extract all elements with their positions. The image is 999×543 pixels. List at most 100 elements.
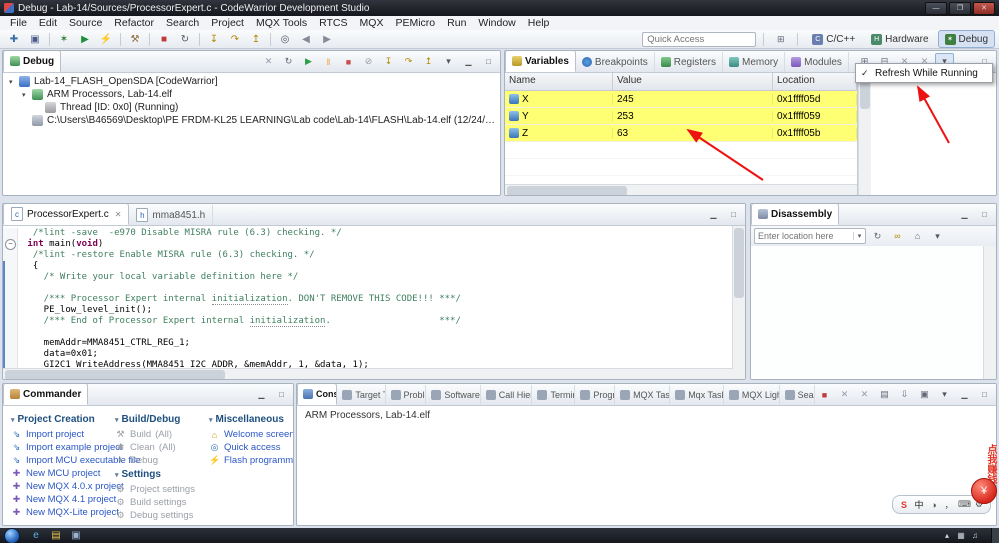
section-collapse-icon[interactable]: ▾ bbox=[115, 471, 119, 479]
toolbar-step-into-icon[interactable]: ↧ bbox=[204, 30, 224, 48]
tab-problems[interactable]: Problems bbox=[386, 385, 427, 405]
tab-console[interactable]: Console bbox=[297, 383, 337, 405]
perspective-c-c[interactable]: CC/C++ bbox=[805, 30, 862, 48]
disassembly-refresh-icon[interactable]: ↻ bbox=[868, 228, 887, 245]
taskbar-codewarrior-icon[interactable]: ▣ bbox=[66, 529, 86, 542]
variable-row[interactable]: Y2530x1ffff059 bbox=[505, 108, 857, 125]
close-button[interactable]: ✕ bbox=[973, 2, 995, 15]
gutter-cell[interactable] bbox=[3, 228, 18, 239]
commander-item-welcome-screen[interactable]: ⌂Welcome screen bbox=[209, 428, 289, 441]
scrollbar-thumb[interactable] bbox=[507, 186, 627, 196]
tray-volume-icon[interactable]: ♫ bbox=[969, 531, 981, 540]
menu-refactor[interactable]: Refactor bbox=[108, 17, 160, 29]
commander-item-new-mqx-4-0-x-project[interactable]: ✚New MQX 4.0.x project bbox=[11, 480, 101, 493]
debug-tree-item[interactable]: Thread [ID: 0x0] (Running) bbox=[3, 101, 500, 114]
start-button[interactable] bbox=[4, 528, 20, 543]
editor-minimize-icon[interactable]: ▁ bbox=[704, 206, 723, 223]
commander-item-new-mqx-lite-project[interactable]: ✚New MQX-Lite project bbox=[11, 506, 101, 519]
gutter-cell[interactable] bbox=[3, 316, 18, 327]
gutter-cell[interactable] bbox=[3, 283, 18, 294]
minimize-button[interactable]: — bbox=[925, 2, 947, 15]
tab-software-ana[interactable]: Software Ana... bbox=[426, 385, 480, 405]
perspective-hardware[interactable]: HHardware bbox=[864, 30, 935, 48]
debug-step-over-icon[interactable]: ↷ bbox=[399, 53, 418, 70]
column-header-value[interactable]: Value bbox=[613, 73, 773, 90]
debug-step-return-icon[interactable]: ↥ bbox=[419, 53, 438, 70]
menu-file[interactable]: File bbox=[4, 17, 33, 29]
menu-project[interactable]: Project bbox=[205, 17, 250, 29]
taskbar-internet-explorer-icon[interactable]: e bbox=[26, 529, 46, 542]
variables-detail-pane[interactable] bbox=[871, 73, 996, 196]
tab-search[interactable]: Search bbox=[780, 385, 815, 405]
tab-progress[interactable]: Progress bbox=[575, 385, 615, 405]
ime-full-half-width-icon[interactable]: ◑ bbox=[928, 500, 940, 510]
section-collapse-icon[interactable]: ▾ bbox=[115, 416, 119, 424]
tab-registers[interactable]: Registers bbox=[655, 52, 723, 72]
ime-language-mode-icon[interactable]: 中 bbox=[913, 498, 925, 511]
debug-tree-item[interactable]: C:\Users\B46569\Desktop\PE FRDM-KL25 LEA… bbox=[3, 114, 500, 127]
commander-view-maximize-icon[interactable]: □ bbox=[272, 386, 291, 403]
combo-dropdown-icon[interactable]: ▾ bbox=[853, 232, 865, 240]
console-output[interactable]: ARM Processors, Lab-14.elf bbox=[297, 406, 996, 526]
gutter-cell[interactable] bbox=[3, 294, 18, 305]
toolbar-terminate-icon[interactable]: ■ bbox=[154, 30, 174, 48]
gutter-cell[interactable] bbox=[3, 327, 18, 338]
commander-item-new-mqx-4-1-project[interactable]: ✚New MQX 4.1 project bbox=[11, 493, 101, 506]
debug-resume-icon[interactable]: ▶ bbox=[299, 53, 318, 70]
column-header-name[interactable]: Name bbox=[505, 73, 613, 90]
debug-tree-item[interactable]: ▾Lab-14_FLASH_OpenSDA [CodeWarrior] bbox=[3, 75, 500, 88]
gutter-cell[interactable] bbox=[3, 250, 18, 261]
gutter-cell[interactable]: − bbox=[3, 239, 18, 250]
debug-terminate-icon[interactable]: ■ bbox=[339, 53, 358, 70]
editor-tab-mma8451-h[interactable]: hmma8451.h bbox=[129, 205, 213, 225]
console-display-selected-console-icon[interactable]: ▾ bbox=[935, 386, 954, 403]
debug-view-menu-icon[interactable]: ▾ bbox=[439, 53, 458, 70]
menu-source[interactable]: Source bbox=[63, 17, 108, 29]
menu-mqx[interactable]: MQX bbox=[354, 17, 390, 29]
column-header-location[interactable]: Location bbox=[773, 73, 857, 90]
editor-vertical-scrollbar[interactable] bbox=[732, 226, 745, 369]
tab-variables[interactable]: Variables bbox=[505, 50, 576, 72]
menu-help[interactable]: Help bbox=[522, 17, 556, 29]
toolbar-restart-icon[interactable]: ↻ bbox=[175, 30, 195, 48]
variable-row[interactable]: X2450x1ffff05d bbox=[505, 91, 857, 108]
fold-minus-icon[interactable]: − bbox=[5, 239, 16, 250]
variables-vertical-scrollbar[interactable] bbox=[858, 73, 871, 196]
section-collapse-icon[interactable]: ▾ bbox=[209, 416, 213, 424]
gutter-cell[interactable] bbox=[3, 349, 18, 360]
maximize-button[interactable]: ❐ bbox=[949, 2, 971, 15]
menu-mqx-tools[interactable]: MQX Tools bbox=[250, 17, 313, 29]
toolbar-new-icon[interactable]: ✚ bbox=[4, 30, 24, 48]
menu-edit[interactable]: Edit bbox=[33, 17, 63, 29]
menu-pemicro[interactable]: PEMicro bbox=[389, 17, 441, 29]
toolbar-forward-icon[interactable]: ▶ bbox=[317, 30, 337, 48]
toolbar-step-return-icon[interactable]: ↥ bbox=[246, 30, 266, 48]
gutter-cell[interactable] bbox=[3, 305, 18, 316]
editor-horizontal-scrollbar[interactable] bbox=[3, 368, 745, 380]
debug-suspend-icon[interactable]: ‖ bbox=[319, 53, 338, 70]
location-input[interactable] bbox=[755, 231, 853, 241]
gutter-cell[interactable] bbox=[3, 261, 18, 272]
tab-disassembly[interactable]: Disassembly bbox=[751, 203, 839, 225]
debug-restart-icon[interactable]: ↻ bbox=[279, 53, 298, 70]
open-perspective-icon[interactable]: ⊞ bbox=[771, 31, 790, 48]
disassembly-content[interactable] bbox=[751, 246, 984, 379]
ime-punctuation-icon[interactable]: ， bbox=[943, 498, 955, 511]
disassembly-view-maximize-icon[interactable]: □ bbox=[975, 206, 994, 223]
console-remove-launch-icon[interactable]: ✕ bbox=[835, 386, 854, 403]
console-terminate-icon[interactable]: ■ bbox=[815, 386, 834, 403]
tab-commander[interactable]: Commander bbox=[3, 383, 88, 405]
commander-item-quick-access[interactable]: ◎Quick access bbox=[209, 441, 289, 454]
tab-modules[interactable]: Modules bbox=[785, 52, 849, 72]
section-collapse-icon[interactable]: ▾ bbox=[11, 416, 15, 424]
console-scroll-lock-icon[interactable]: ⇩ bbox=[895, 386, 914, 403]
tab-call-hierarchy[interactable]: Call Hierarchy bbox=[481, 385, 533, 405]
commander-item-flash-programmer[interactable]: ⚡Flash programmer bbox=[209, 454, 289, 467]
scrollbar-thumb[interactable] bbox=[734, 228, 744, 298]
debug-step-into-icon[interactable]: ↧ bbox=[379, 53, 398, 70]
toolbar-debug-configurations-icon[interactable]: ✶ bbox=[54, 30, 74, 48]
disassembly-view-minimize-icon[interactable]: ▁ bbox=[955, 206, 974, 223]
debug-view-maximize-icon[interactable]: □ bbox=[479, 53, 498, 70]
toolbar-build-icon[interactable]: ⚒ bbox=[125, 30, 145, 48]
toolbar-flash-programmer-icon[interactable]: ⚡ bbox=[96, 30, 116, 48]
